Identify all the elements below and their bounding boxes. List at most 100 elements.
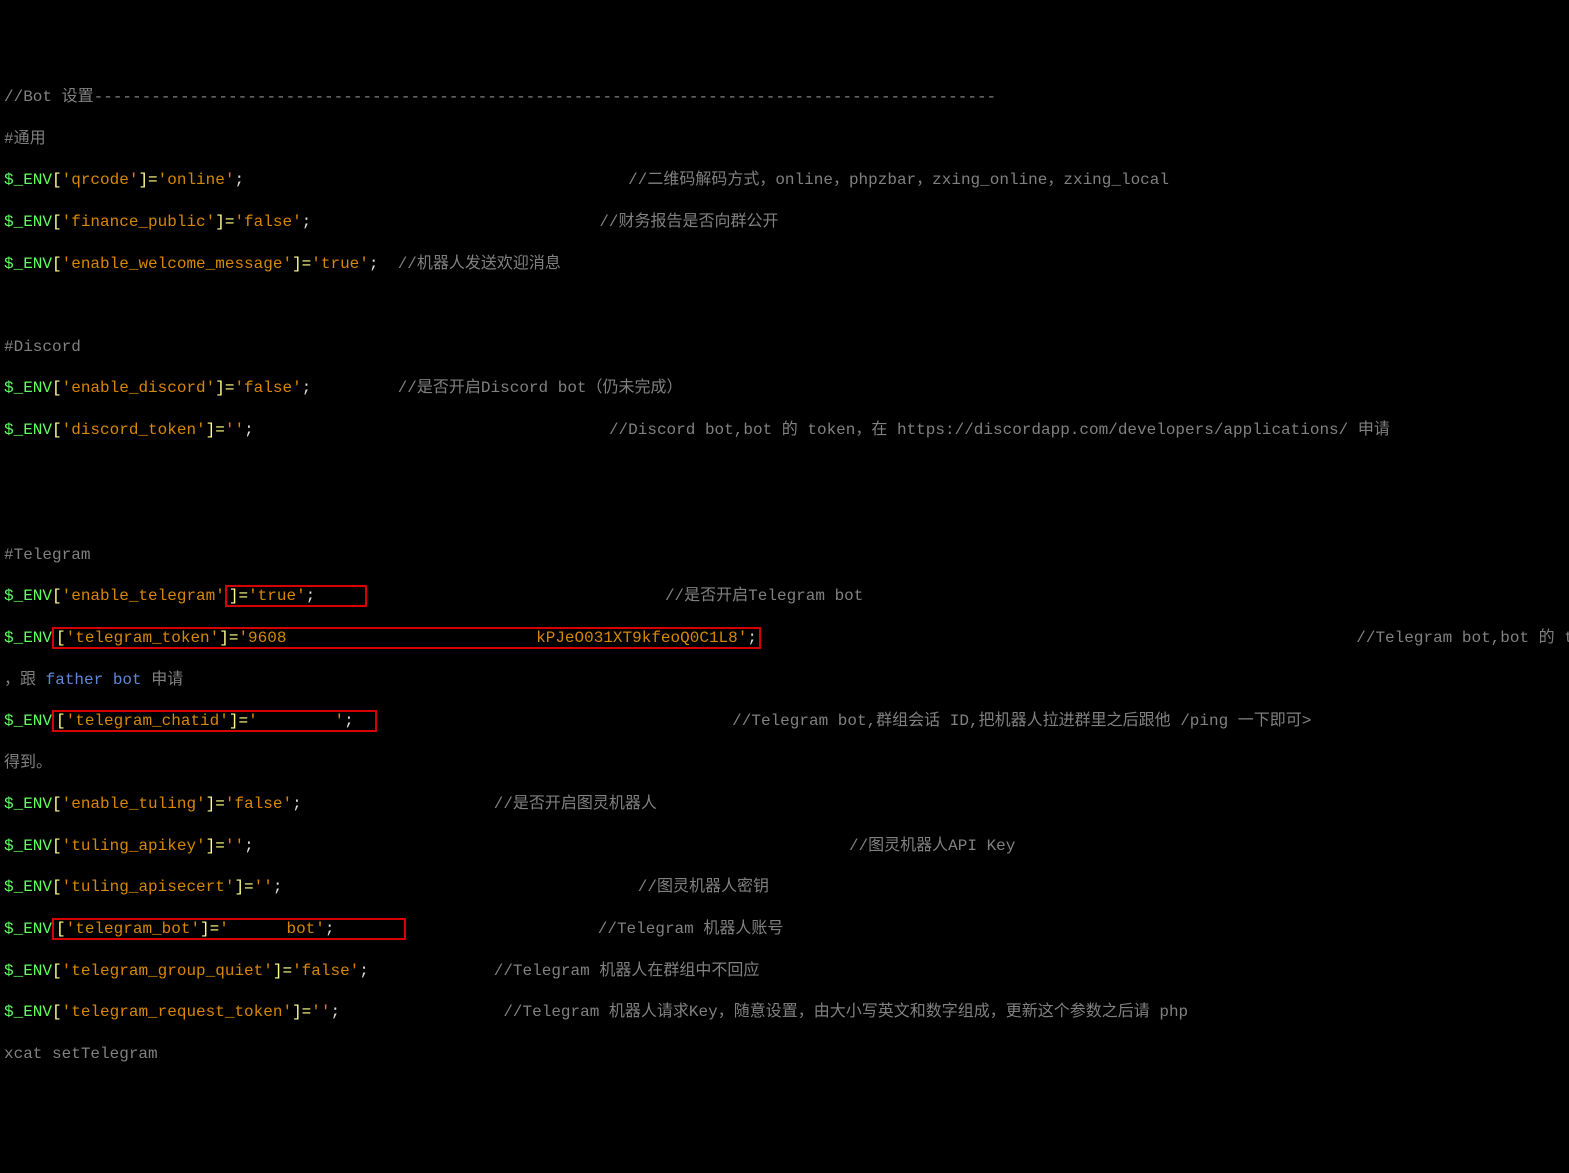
blank-line [4,295,1565,316]
bracket: [ [52,379,62,397]
comment: //Telegram 机器人账号 [598,920,784,938]
key: 'discord_token' [62,421,206,439]
code-line: #通用 [4,129,1565,150]
value: bot' [286,920,324,938]
code-line: $_ENV['tuling_apikey']=''; //图灵机器人API Ke… [4,836,1565,857]
bracket: ]= [138,171,157,189]
env-var: $_ENV [4,920,52,938]
code-line: ，跟 father bot 申请 [4,670,1565,691]
env-var: $_ENV [4,795,52,813]
comment: //Bot 设置--------------------------------… [4,88,996,106]
code-line: $_ENV['enable_telegram']='true'; //是否开启T… [4,586,1565,607]
value: 'false' [225,795,292,813]
blank-line [4,503,1565,524]
space [340,1003,503,1021]
comment-cont: xcat setTelegram [4,1045,158,1063]
highlight-box: ['telegram_token']='9608 kPJeO031XT9kfeo… [52,627,761,649]
key: 'finance_public' [62,213,216,231]
key: 'telegram_bot' [66,920,200,938]
key: 'tuling_apikey' [62,837,206,855]
code-line: #Telegram [4,545,1565,566]
comment-cont: 申请 [142,671,184,689]
semicolon: ; [747,629,757,647]
space [377,712,732,730]
env-var: $_ENV [4,213,52,231]
value: ' [219,920,229,938]
comment: //Discord bot,bot 的 token，在 https://disc… [609,421,1390,439]
key: 'tuling_apisecert' [62,878,235,896]
space [254,837,849,855]
value: 'true' [248,587,306,605]
key: 'telegram_token' [66,629,220,647]
redacted [229,920,287,938]
highlight-box: ['telegram_bot']=' bot'; [52,918,406,940]
space [282,878,637,896]
value: '' [311,1003,330,1021]
semicolon: ; [306,587,316,605]
bracket: ]= [219,629,238,647]
blank-line [4,462,1565,483]
bracket: [ [56,629,66,647]
value: '' [254,878,273,896]
key: 'enable_discord' [62,379,216,397]
comment: //图灵机器人API Key [849,837,1015,855]
code-line: $_ENV['discord_token']=''; //Discord bot… [4,420,1565,441]
bracket: [ [52,962,62,980]
bracket: [ [52,587,62,605]
redacted [286,629,536,647]
semicolon: ; [325,920,335,938]
bracket: ]= [273,962,292,980]
bracket: [ [52,171,62,189]
env-var: $_ENV [4,962,52,980]
bracket: [ [52,421,62,439]
section-header: #Discord [4,338,81,356]
value: '' [225,837,244,855]
semicolon: ; [273,878,283,896]
comment: //是否开启图灵机器人 [494,795,657,813]
code-line: #Discord [4,337,1565,358]
space [378,255,397,273]
bracket: ]= [206,795,225,813]
value: 'false' [292,962,359,980]
value: '9608 [238,629,286,647]
code-line: $_ENV['telegram_token']='9608 kPJeO031XT… [4,628,1565,649]
key: 'enable_tuling' [62,795,206,813]
space [311,379,397,397]
semicolon: ; [292,795,302,813]
value: 'false' [234,213,301,231]
env-var: $_ENV [4,587,52,605]
bracket: ]= [206,837,225,855]
code-line: $_ENV['enable_tuling']='false'; //是否开启图灵… [4,794,1565,815]
code-line: 得到。 [4,753,1565,774]
code-line: //Bot 设置--------------------------------… [4,87,1565,108]
bracket: [ [52,255,62,273]
env-var: $_ENV [4,1003,52,1021]
key: 'enable_welcome_message' [62,255,292,273]
space [761,629,1356,647]
bracket: ]= [292,255,311,273]
key: 'telegram_request_token' [62,1003,292,1021]
bracket: [ [56,712,66,730]
comment-cont: 得到。 [4,754,52,772]
comment: //财务报告是否向群公开 [599,213,778,231]
comment: //Telegram 机器人在群组中不回应 [494,962,760,980]
bracket: [ [52,1003,62,1021]
comment: //Telegram 机器人请求Key，随意设置，由大小写英文和数字组成，更新这… [503,1003,1188,1021]
space [315,587,363,605]
bracket: [ [52,837,62,855]
key: 'enable_telegram' [62,587,225,605]
key: 'telegram_chatid' [66,712,229,730]
semicolon: ; [302,213,312,231]
bracket: ]= [229,587,248,605]
space [406,920,598,938]
semicolon: ; [344,712,354,730]
env-var: $_ENV [4,255,52,273]
space [244,171,628,189]
env-var: $_ENV [4,712,52,730]
code-line: $_ENV['telegram_request_token']=''; //Te… [4,1002,1565,1023]
space [311,213,599,231]
comment: //Telegram bot,群组会话 ID,把机器人拉进群里之后跟他 /pin… [732,712,1311,730]
space [369,962,494,980]
semicolon: ; [359,962,369,980]
key: 'telegram_group_quiet' [62,962,273,980]
